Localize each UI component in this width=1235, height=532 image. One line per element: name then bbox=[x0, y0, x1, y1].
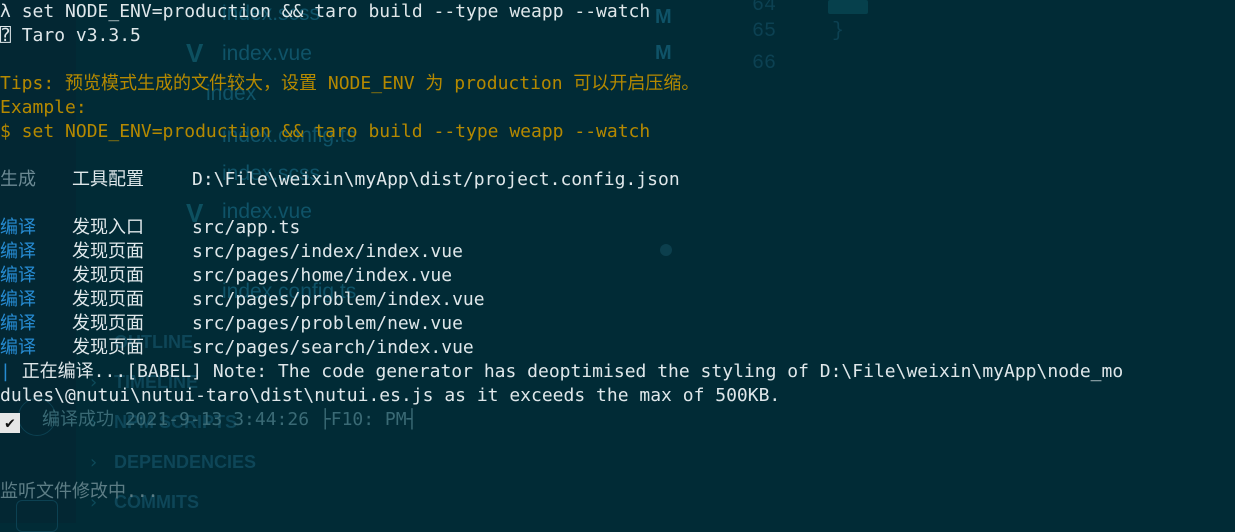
compile-label: 发现页面 bbox=[72, 313, 144, 334]
taro-version: Taro v3.3.5 bbox=[21, 25, 141, 46]
compile-path: src/pages/problem/index.vue bbox=[192, 289, 485, 310]
tips-line: Tips: 预览模式生成的文件较大，设置 NODE_ENV 为 producti… bbox=[0, 73, 700, 94]
generate-tag: 生成 bbox=[0, 169, 36, 190]
compile-path: src/pages/home/index.vue bbox=[192, 265, 453, 286]
babel-note-continuation: dules\@nutui\nutui-taro\dist\nutui.es.js… bbox=[0, 385, 781, 406]
compile-tag: 编译 bbox=[0, 313, 36, 334]
example-label: Example: bbox=[0, 97, 87, 118]
compile-path: src/pages/index/index.vue bbox=[192, 241, 463, 262]
compile-row: 编译 发现页面 src/pages/problem/index.vue bbox=[0, 288, 485, 312]
terminal-output[interactable]: λ set NODE_ENV=production && taro build … bbox=[0, 0, 1235, 523]
babel-note-text: 正在编译...[BABEL] Note: The code generator … bbox=[21, 361, 1124, 382]
compile-label: 发现页面 bbox=[72, 265, 144, 286]
command-text: set NODE_ENV=production && taro build --… bbox=[21, 1, 651, 22]
generate-line: 生成 工具配置 D:\File\weixin\myApp\dist/project.… bbox=[0, 168, 680, 192]
compile-tag: 编译 bbox=[0, 265, 36, 286]
prompt-lambda: λ bbox=[0, 1, 11, 22]
compile-row: 编译 发现页面 src/pages/home/index.vue bbox=[0, 264, 452, 288]
babel-note-line: | 正在编译...[BABEL] Note: The code generato… bbox=[0, 360, 1123, 384]
compile-tag: 编译 bbox=[0, 241, 36, 262]
generate-path: D:\File\weixin\myApp\dist/project.config… bbox=[192, 169, 680, 190]
compile-path: src/pages/search/index.vue bbox=[192, 337, 474, 358]
compile-tag: 编译 bbox=[0, 217, 36, 238]
build-success-text: 编译成功 2021-9-13 3:44:26 ├F10: PM┤ bbox=[42, 409, 418, 430]
compile-path: src/app.ts bbox=[192, 217, 301, 238]
compile-label: 发现页面 bbox=[72, 337, 144, 358]
spinner-icon: | bbox=[0, 361, 11, 382]
generate-label: 工具配置 bbox=[72, 169, 144, 190]
taro-logo-icon: ⍰ bbox=[0, 25, 11, 46]
compile-label: 发现入口 bbox=[72, 217, 144, 238]
compile-label: 发现页面 bbox=[72, 289, 144, 310]
compile-row: 编译 发现页面 src/pages/problem/new.vue bbox=[0, 312, 463, 336]
command-line: λ set NODE_ENV=production && taro build … bbox=[0, 0, 650, 24]
compile-path: src/pages/problem/new.vue bbox=[192, 313, 463, 334]
compile-row: 编译 发现入口 src/app.ts bbox=[0, 216, 300, 240]
watching-status: 监听文件修改中... bbox=[0, 481, 159, 502]
build-success-line: ✔ 编译成功 2021-9-13 3:44:26 ├F10: PM┤ bbox=[0, 408, 417, 433]
compile-row: 编译 发现页面 src/pages/index/index.vue bbox=[0, 240, 463, 264]
compile-row: 编译 发现页面 src/pages/search/index.vue bbox=[0, 336, 474, 360]
version-line: ⍰ Taro v3.3.5 bbox=[0, 24, 141, 48]
compile-label: 发现页面 bbox=[72, 241, 144, 262]
check-icon: ✔ bbox=[0, 413, 20, 433]
compile-tag: 编译 bbox=[0, 289, 36, 310]
compile-tag: 编译 bbox=[0, 337, 36, 358]
example-command: $ set NODE_ENV=production && taro build … bbox=[0, 121, 651, 142]
